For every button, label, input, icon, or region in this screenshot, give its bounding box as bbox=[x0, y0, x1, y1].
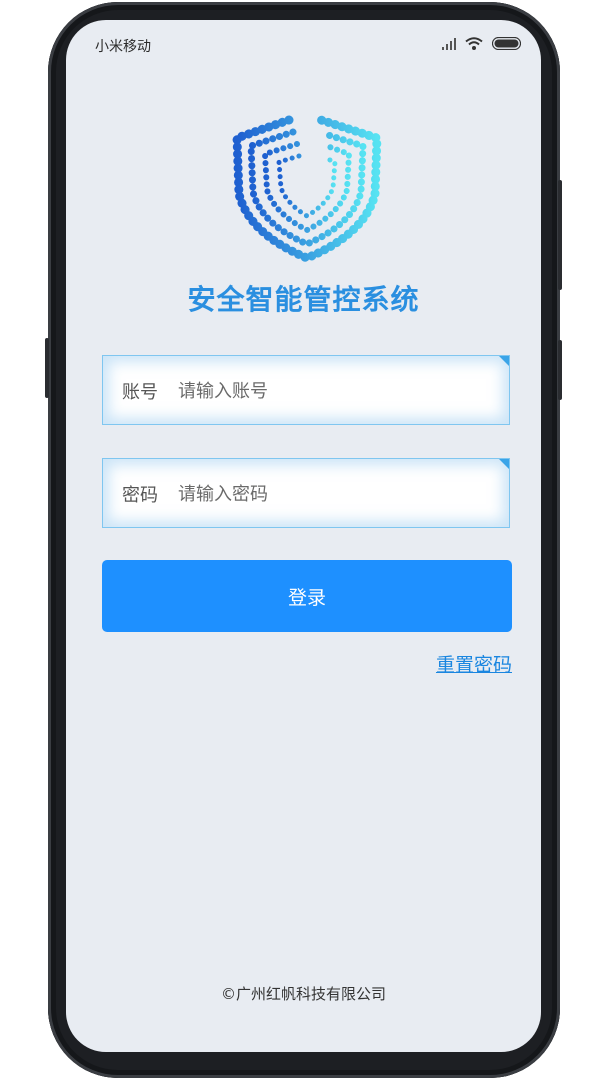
status-icons bbox=[442, 37, 521, 50]
signal-icon bbox=[442, 37, 456, 50]
account-label: 账号 bbox=[122, 382, 158, 403]
battery-icon bbox=[492, 37, 521, 50]
side-button bbox=[45, 338, 49, 398]
field-corner-decoration bbox=[499, 459, 509, 469]
password-input[interactable] bbox=[176, 476, 480, 512]
app-screen: 小米移动 安全智能管控系统 账号 请输入账号 密码 登录 重置密码 ©广州红帆科… bbox=[66, 20, 541, 1052]
wifi-icon bbox=[465, 37, 483, 50]
account-field[interactable]: 账号 bbox=[102, 355, 510, 425]
password-label: 密码 bbox=[122, 485, 158, 506]
app-title: 安全智能管控系统 bbox=[187, 283, 420, 316]
shield-logo-icon bbox=[232, 115, 382, 262]
carrier-name: 小米移动 bbox=[95, 39, 151, 55]
account-input[interactable] bbox=[176, 373, 480, 409]
reset-password-link[interactable]: 重置密码 bbox=[436, 650, 512, 677]
side-button bbox=[558, 340, 562, 400]
login-button[interactable]: 登录 bbox=[102, 560, 512, 632]
side-button bbox=[558, 180, 562, 290]
status-bar: 小米移动 bbox=[66, 20, 541, 68]
copyright-footer: ©广州红帆科技有限公司 bbox=[220, 985, 386, 1003]
password-field[interactable]: 密码 bbox=[102, 458, 510, 528]
field-corner-decoration bbox=[499, 356, 509, 366]
